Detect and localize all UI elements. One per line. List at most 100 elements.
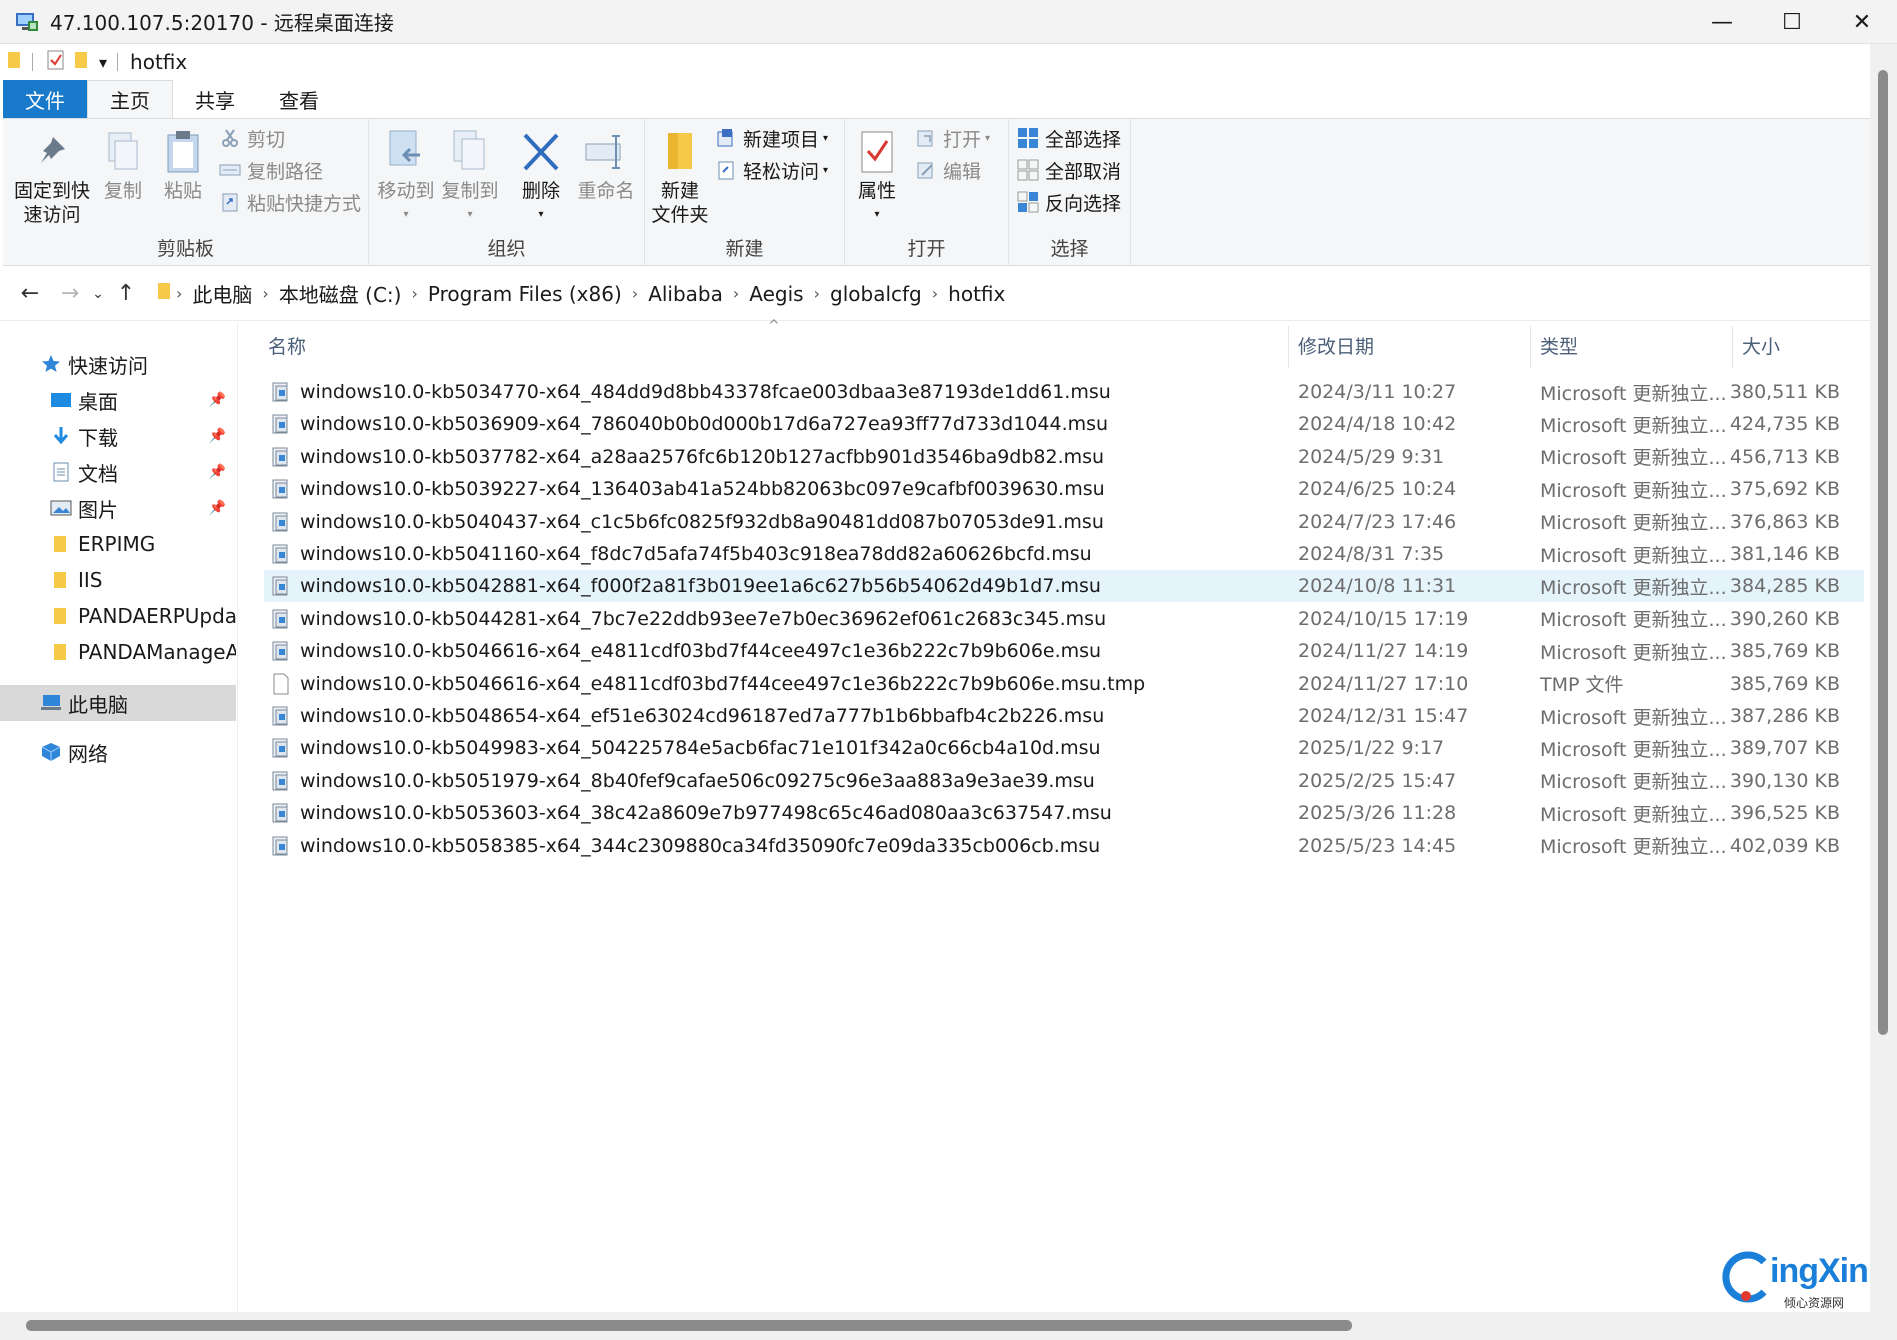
recent-locations-button[interactable]: ⌄ xyxy=(88,276,108,312)
select-none-button[interactable]: 全部取消 xyxy=(1017,155,1121,185)
edit-button[interactable]: 编辑 xyxy=(915,155,981,185)
copy-path-button[interactable]: 复制路径 xyxy=(219,155,323,185)
file-row[interactable]: windows10.0-kb5040437-x64_c1c5b6fc0825f9… xyxy=(264,506,1864,538)
breadcrumb[interactable]: › 此电脑 › 本地磁盘 (C:) › Program Files (x86) … xyxy=(158,279,1011,308)
up-button[interactable]: ↑ xyxy=(108,276,144,312)
qat-dropdown-icon[interactable]: ▾ xyxy=(99,53,107,72)
file-row[interactable]: windows10.0-kb5046616-x64_e4811cdf03bd7f… xyxy=(264,635,1864,667)
tab-home[interactable]: 主页 xyxy=(87,80,173,118)
open-dropdown-icon: ▾ xyxy=(985,132,991,144)
new-folder-icon[interactable] xyxy=(75,50,89,75)
delete-dropdown-icon: ▾ xyxy=(538,209,544,220)
file-row[interactable]: windows10.0-kb5049983-x64_504225784e5acb… xyxy=(264,732,1864,764)
new-item-icon xyxy=(715,127,737,149)
maximize-button[interactable]: ☐ xyxy=(1757,0,1827,44)
file-row[interactable]: windows10.0-kb5039227-x64_136403ab41a524… xyxy=(264,473,1864,505)
file-date: 2025/3/26 11:28 xyxy=(1298,802,1457,825)
breadcrumb-hotfix[interactable]: hotfix xyxy=(942,282,1011,306)
easy-access-button[interactable]: 轻松访问 ▾ xyxy=(715,155,828,185)
tab-share[interactable]: 共享 xyxy=(173,80,257,118)
copy-button[interactable]: 复制 xyxy=(97,127,149,203)
pin-to-quick-access-button[interactable]: 固定到快 速访问 xyxy=(9,127,95,227)
open-button[interactable]: 打开 ▾ xyxy=(915,123,990,153)
file-row[interactable]: windows10.0-kb5058385-x64_344c2309880ca3… xyxy=(264,830,1864,862)
horizontal-scrollbar-thumb[interactable] xyxy=(26,1320,1352,1331)
column-divider[interactable] xyxy=(1288,326,1289,368)
column-header-size[interactable]: 大小 xyxy=(1742,322,1780,368)
sidebar-item-pandaerpupdate[interactable]: PANDAERPUpdate xyxy=(0,598,236,634)
scissors-icon xyxy=(219,127,241,149)
file-row[interactable]: windows10.0-kb5036909-x64_786040b0b0d000… xyxy=(264,408,1864,440)
file-date: 2024/10/15 17:19 xyxy=(1298,607,1469,630)
breadcrumb-separator: › xyxy=(411,284,418,303)
properties-check-icon[interactable] xyxy=(47,50,65,75)
column-header-date[interactable]: 修改日期 xyxy=(1298,322,1374,368)
back-button[interactable]: ← xyxy=(12,276,48,312)
sidebar-item-desktop[interactable]: 桌面 📌 xyxy=(0,382,236,418)
column-header-name[interactable]: 名称 xyxy=(268,322,306,368)
file-list: ^ 名称 修改日期 类型 大小 windows10.0-kb5034770-x6… xyxy=(260,318,1870,1312)
sidebar-item-quick-access[interactable]: 快速访问 xyxy=(0,346,236,382)
file-row[interactable]: windows10.0-kb5041160-x64_f8dc7d5afa74f5… xyxy=(264,538,1864,570)
sidebar-item-this-pc[interactable]: 此电脑 xyxy=(0,685,236,721)
file-row[interactable]: windows10.0-kb5048654-x64_ef51e63024cd96… xyxy=(264,700,1864,732)
breadcrumb-separator: › xyxy=(631,284,639,303)
file-row[interactable]: windows10.0-kb5042881-x64_f000f2a81f3b01… xyxy=(264,570,1864,603)
column-divider[interactable] xyxy=(1732,326,1733,368)
sidebar-item-documents[interactable]: 文档 📌 xyxy=(0,454,236,490)
tab-view[interactable]: 查看 xyxy=(257,80,341,118)
file-name-cell: windows10.0-kb5037782-x64_a28aa2576fc6b1… xyxy=(270,445,1104,469)
breadcrumb-alibaba[interactable]: Alibaba xyxy=(642,282,729,306)
breadcrumb-program-files[interactable]: Program Files (x86) xyxy=(422,282,628,306)
new-folder-icon xyxy=(658,127,702,177)
file-size: 390,260 KB xyxy=(1729,607,1840,630)
breadcrumb-local-disk[interactable]: 本地磁盘 (C:) xyxy=(273,279,408,308)
new-folder-button[interactable]: 新建 文件夹 xyxy=(647,127,713,227)
pin-icon[interactable]: 📌 xyxy=(209,428,226,444)
sidebar-item-downloads[interactable]: 下载 📌 xyxy=(0,418,236,454)
close-button[interactable]: ✕ xyxy=(1827,0,1897,44)
sidebar-item-network[interactable]: 网络 xyxy=(0,734,236,770)
rename-button[interactable]: 重命名 xyxy=(575,127,637,203)
pin-icon[interactable]: 📌 xyxy=(209,464,226,480)
sidebar-item-pictures[interactable]: 图片 📌 xyxy=(0,490,236,526)
pin-icon[interactable]: 📌 xyxy=(209,392,226,408)
delete-button[interactable]: 删除 ▾ xyxy=(515,127,567,227)
tab-file[interactable]: 文件 xyxy=(3,80,87,118)
open-label: 打开 xyxy=(943,128,982,151)
file-row[interactable]: windows10.0-kb5034770-x64_484dd9d8bb4337… xyxy=(264,376,1864,408)
rename-label: 重命名 xyxy=(577,180,635,202)
address-bar: ← → ⌄ ↑ › 此电脑 › 本地磁盘 (C:) › Program File… xyxy=(0,267,1870,321)
file-type: Microsoft 更新独立... xyxy=(1540,771,1727,794)
breadcrumb-this-pc[interactable]: 此电脑 xyxy=(186,279,258,308)
file-row[interactable]: windows10.0-kb5046616-x64_e4811cdf03bd7f… xyxy=(264,668,1864,700)
cut-button[interactable]: 剪切 xyxy=(219,123,285,153)
file-size: 385,769 KB xyxy=(1729,640,1840,663)
folder-icon xyxy=(50,641,72,663)
open-group: 属性 ▾ 打开 ▾ 编辑 打开 xyxy=(845,119,1009,265)
invert-selection-button[interactable]: 反向选择 xyxy=(1017,187,1121,217)
breadcrumb-aegis[interactable]: Aegis xyxy=(743,282,809,306)
vertical-scrollbar-thumb[interactable] xyxy=(1878,70,1888,1035)
sidebar-item-pandamanageap[interactable]: PANDAManageAp xyxy=(0,634,236,670)
file-row[interactable]: windows10.0-kb5037782-x64_a28aa2576fc6b1… xyxy=(264,441,1864,473)
copy-to-button[interactable]: 复制到 ▾ xyxy=(439,127,501,227)
select-all-icon xyxy=(1017,127,1039,149)
sidebar-item-iis[interactable]: IIS xyxy=(0,562,236,598)
file-row[interactable]: windows10.0-kb5051979-x64_8b40fef9cafae5… xyxy=(264,765,1864,797)
new-item-button[interactable]: 新建项目 ▾ xyxy=(715,123,828,153)
file-row[interactable]: windows10.0-kb5053603-x64_38c42a8609e7b9… xyxy=(264,797,1864,829)
move-to-button[interactable]: 移动到 ▾ xyxy=(375,127,437,227)
file-row[interactable]: windows10.0-kb5044281-x64_7bc7e22ddb93ee… xyxy=(264,603,1864,635)
column-header-type[interactable]: 类型 xyxy=(1540,322,1578,368)
column-divider[interactable] xyxy=(1530,326,1531,368)
paste-button[interactable]: 粘贴 xyxy=(157,127,209,203)
forward-button[interactable]: → xyxy=(52,276,88,312)
paste-shortcut-button[interactable]: 粘贴快捷方式 xyxy=(219,187,361,217)
minimize-button[interactable]: — xyxy=(1687,0,1757,44)
select-all-button[interactable]: 全部选择 xyxy=(1017,123,1121,153)
sidebar-item-erpimg[interactable]: ERPIMG xyxy=(0,526,236,562)
properties-button[interactable]: 属性 ▾ xyxy=(851,127,903,227)
breadcrumb-globalcfg[interactable]: globalcfg xyxy=(824,282,928,306)
pin-icon[interactable]: 📌 xyxy=(209,500,226,516)
